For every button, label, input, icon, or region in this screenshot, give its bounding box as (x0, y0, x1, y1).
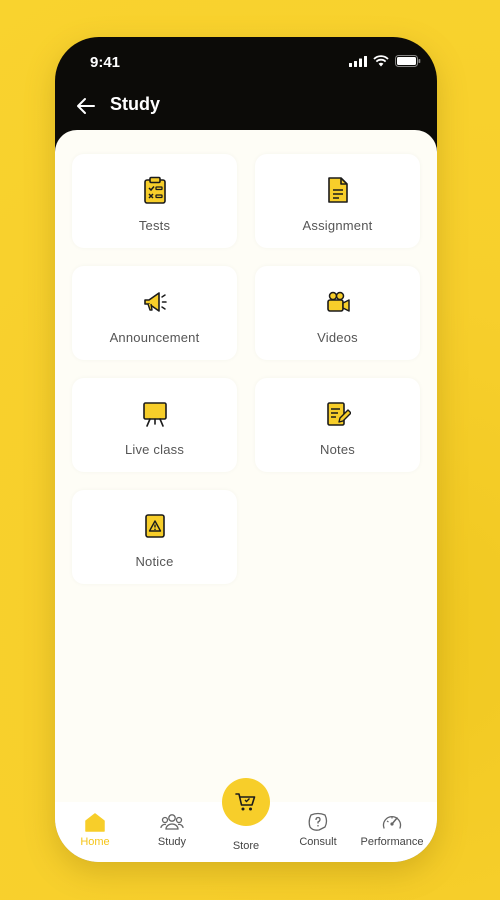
card-label: Notice (135, 554, 174, 569)
card-assignment[interactable]: Assignment (255, 154, 420, 248)
notes-pencil-icon (327, 402, 351, 426)
card-label: Assignment (302, 218, 373, 233)
nav-label: Study (157, 836, 187, 848)
card-label: Announcement (109, 330, 200, 345)
easel-board-icon (143, 402, 167, 427)
back-arrow-icon[interactable] (75, 95, 97, 117)
status-icons (349, 55, 421, 67)
home-icon (85, 813, 105, 832)
card-notes[interactable]: Notes (255, 378, 420, 472)
card-label: Tests (138, 218, 171, 233)
megaphone-icon (144, 292, 167, 312)
page-title: Study (110, 94, 161, 114)
video-camera-icon (327, 291, 350, 312)
content-area: Tests Assignment Announcement Videos Liv… (55, 130, 437, 862)
nav-label: Home (80, 836, 110, 848)
card-label: Live class (124, 442, 185, 457)
warning-notice-icon (145, 514, 165, 538)
consult-question-icon (308, 812, 328, 831)
nav-study[interactable]: Study (137, 812, 207, 848)
status-bar: 9:41 (55, 37, 437, 87)
nav-home[interactable]: Home (60, 812, 130, 848)
card-live-class[interactable]: Live class (72, 378, 237, 472)
nav-consult[interactable]: Consult (283, 812, 353, 848)
nav-label: Performance (360, 836, 424, 848)
phone-frame: 9:41 Study Tests Assignment Announcement… (55, 37, 437, 862)
store-button[interactable] (222, 778, 270, 826)
app-header: Study (55, 87, 437, 131)
shopping-cart-icon (235, 793, 256, 811)
battery-icon (395, 55, 421, 67)
nav-store-label: Store (232, 840, 260, 852)
card-announcement[interactable]: Announcement (72, 266, 237, 360)
signal-icon (349, 55, 367, 67)
group-people-icon (160, 814, 184, 830)
clipboard-checklist-icon (144, 176, 166, 204)
card-label: Notes (320, 442, 355, 457)
nav-label: Consult (299, 836, 337, 848)
card-tests[interactable]: Tests (72, 154, 237, 248)
nav-performance[interactable]: Performance (357, 812, 427, 848)
wifi-icon (373, 55, 389, 67)
card-videos[interactable]: Videos (255, 266, 420, 360)
card-notice[interactable]: Notice (72, 490, 237, 584)
card-label: Videos (317, 330, 358, 345)
status-time: 9:41 (90, 54, 121, 71)
performance-gauge-icon (382, 815, 402, 829)
document-icon (328, 177, 348, 203)
